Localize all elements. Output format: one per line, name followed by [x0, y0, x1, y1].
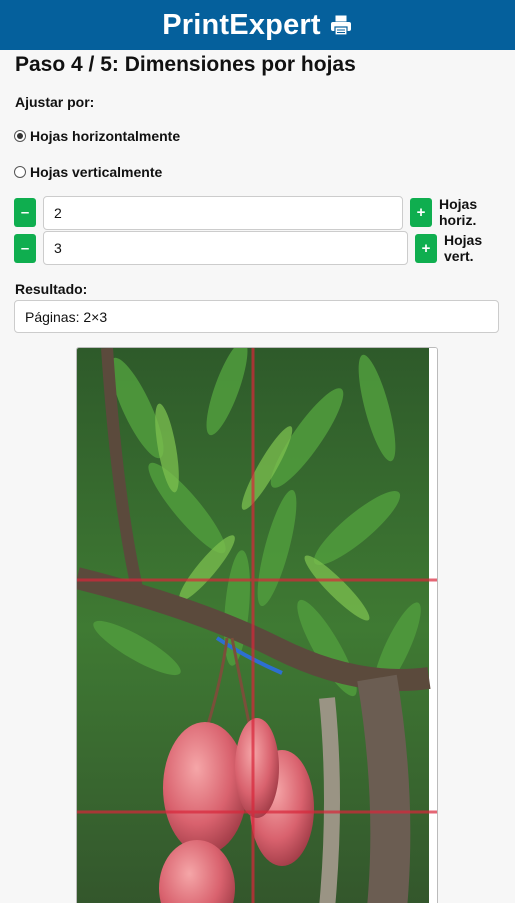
vertical-sheets-label: Hojas vert. [444, 232, 483, 264]
radio-unchecked-icon[interactable] [14, 166, 26, 178]
radio-checked-icon[interactable] [14, 130, 26, 142]
printer-icon [329, 13, 353, 37]
fit-label: Ajustar por: [15, 94, 95, 110]
result-field: Páginas: 2×3 [14, 300, 499, 333]
horizontal-decrement-button[interactable]: – [14, 198, 36, 227]
radio-sheets-horizontal[interactable]: Hojas horizontalmente [14, 128, 180, 144]
step-title: Paso 4 / 5: Dimensiones por hojas [15, 53, 356, 76]
radio-label: Hojas verticalmente [30, 164, 163, 180]
radio-label: Hojas horizontalmente [30, 128, 181, 144]
horizontal-sheets-label: Hojas horiz. [439, 196, 478, 228]
vertical-increment-button[interactable]: + [415, 234, 437, 263]
app-header: PrintExpert [0, 0, 515, 50]
vertical-sheets-input[interactable]: 3 [43, 231, 408, 265]
radio-sheets-vertical[interactable]: Hojas verticalmente [14, 164, 162, 180]
image-preview [76, 347, 438, 903]
vertical-decrement-button[interactable]: – [14, 234, 36, 263]
app-title: PrintExpert [162, 8, 321, 41]
horizontal-sheets-input[interactable]: 2 [43, 196, 403, 230]
result-label: Resultado: [15, 281, 88, 297]
photo [77, 348, 437, 903]
horizontal-increment-button[interactable]: + [410, 198, 432, 227]
